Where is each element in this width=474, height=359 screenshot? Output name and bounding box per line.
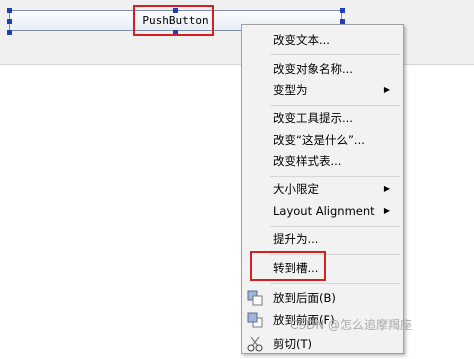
menu-item-cut[interactable]: 剪切(T) — [242, 333, 403, 355]
selection-handle-left[interactable] — [7, 19, 12, 24]
menu-separator — [270, 226, 400, 227]
menu-item-layout-alignment[interactable]: Layout Alignment ▶ — [242, 200, 403, 222]
selection-handle-top-right[interactable] — [340, 8, 345, 13]
bring-to-front-icon — [247, 312, 263, 328]
menu-item-size-constraints[interactable]: 大小限定 ▶ — [242, 178, 403, 200]
selection-handle-bottom-left[interactable] — [7, 30, 12, 35]
push-button-highlight — [133, 5, 214, 36]
menu-item-change-stylesheet[interactable]: 改变样式表... — [242, 150, 403, 172]
menu-item-change-tooltip[interactable]: 改变工具提示... — [242, 107, 403, 129]
menu-item-change-object-name[interactable]: 改变对象名称... — [242, 58, 403, 80]
menu-item-change-text[interactable]: 改变文本... — [242, 29, 403, 51]
menu-separator — [270, 54, 400, 55]
menu-item-change-whats-this[interactable]: 改变“这是什么”... — [242, 129, 403, 151]
send-to-back-icon — [247, 290, 263, 306]
menu-separator — [270, 105, 400, 106]
watermark: CSDN @怎么追摩羯座 — [290, 318, 413, 332]
submenu-arrow-icon: ▶ — [383, 85, 390, 94]
menu-item-send-to-back[interactable]: 放到后面(B) — [242, 287, 403, 309]
cut-icon — [247, 336, 263, 352]
submenu-arrow-icon: ▶ — [383, 184, 390, 193]
menu-separator — [270, 176, 400, 177]
menu-item-morph-into[interactable]: 变型为 ▶ — [242, 79, 403, 101]
submenu-arrow-icon: ▶ — [383, 206, 390, 215]
context-menu: 改变文本... 改变对象名称... 变型为 ▶ 改变工具提示... 改变“这是什么… — [241, 24, 404, 354]
go-to-slot-highlight — [250, 251, 326, 281]
menu-item-promote-to[interactable]: 提升为... — [242, 228, 403, 250]
menu-separator — [270, 283, 400, 284]
selection-handle-top-left[interactable] — [7, 8, 12, 13]
